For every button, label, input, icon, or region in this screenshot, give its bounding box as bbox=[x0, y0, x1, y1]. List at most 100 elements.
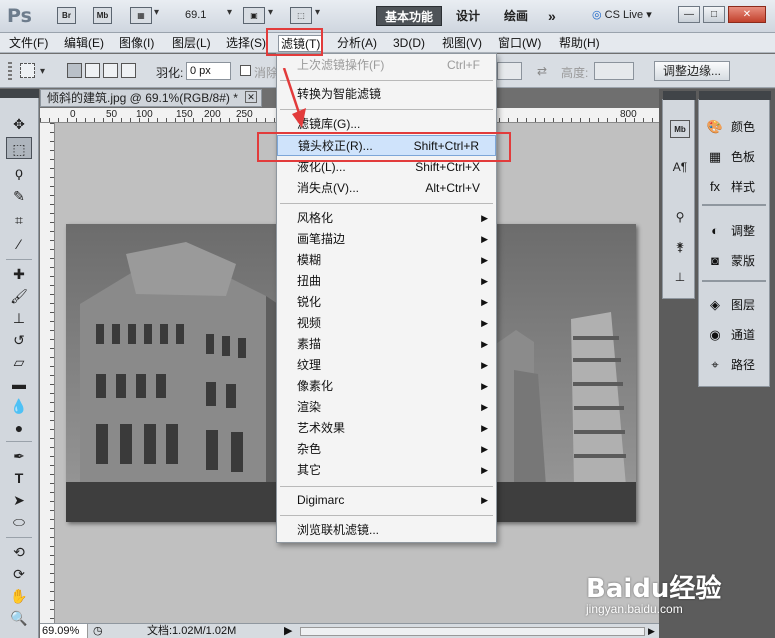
new-selection-icon[interactable] bbox=[67, 63, 82, 78]
menu-file[interactable]: 文件(F) bbox=[7, 35, 50, 52]
menu-image[interactable]: 图像(I) bbox=[117, 35, 156, 52]
tools-panel-header[interactable] bbox=[0, 89, 39, 98]
menu-item-pixelate[interactable]: 像素化 ▶ bbox=[277, 376, 496, 397]
panel-styles[interactable]: fx 样式 bbox=[705, 176, 767, 198]
arrange-dropdown-icon[interactable]: ▾ bbox=[268, 7, 273, 18]
menu-help[interactable]: 帮助(H) bbox=[557, 35, 602, 52]
menu-edit[interactable]: 编辑(E) bbox=[62, 35, 106, 52]
panel-masks[interactable]: ◙ 蒙版 bbox=[705, 250, 767, 272]
rotate-3d-tool-icon[interactable]: ⟲ bbox=[6, 541, 32, 563]
lasso-tool-icon[interactable]: ϙ bbox=[6, 161, 32, 183]
shape-tool-icon[interactable]: ⬭ bbox=[6, 511, 32, 533]
bridge-icon[interactable]: Br bbox=[57, 7, 76, 24]
panel-layers[interactable]: ◈ 图层 bbox=[705, 294, 767, 316]
status-zoom-field[interactable]: 69.09% bbox=[40, 624, 88, 638]
menu-analysis[interactable]: 分析(A) bbox=[335, 35, 379, 52]
move-tool-icon[interactable]: ✥ bbox=[6, 113, 32, 135]
quick-select-tool-icon[interactable]: ✎ bbox=[6, 185, 32, 207]
workspace-design-button[interactable]: 设计 bbox=[448, 6, 488, 26]
menu-item-texture[interactable]: 纹理 ▶ bbox=[277, 355, 496, 376]
brush-tool-icon[interactable]: 🖌 bbox=[6, 285, 32, 307]
horizontal-scrollbar[interactable] bbox=[300, 627, 645, 636]
character-icon[interactable]: A¶ bbox=[670, 158, 690, 176]
menu-window[interactable]: 窗口(W) bbox=[496, 35, 543, 52]
width-input[interactable] bbox=[497, 62, 522, 80]
options-grip-icon[interactable] bbox=[8, 62, 12, 80]
mini-bridge-icon[interactable]: Mb bbox=[670, 120, 690, 138]
close-document-icon[interactable]: ✕ bbox=[245, 91, 257, 103]
eraser-tool-icon[interactable]: ▱ bbox=[6, 351, 32, 373]
gradient-tool-icon[interactable]: ▬ bbox=[6, 373, 32, 395]
menu-item-distort[interactable]: 扭曲 ▶ bbox=[277, 271, 496, 292]
panel-swatches[interactable]: ▦ 色板 bbox=[705, 146, 767, 168]
refine-edge-button[interactable]: 调整边缘... bbox=[654, 61, 731, 81]
blur-tool-icon[interactable]: 💧 bbox=[6, 395, 32, 417]
dodge-tool-icon[interactable]: ● bbox=[6, 417, 32, 439]
clone-source-icon[interactable]: ⚵ bbox=[670, 238, 690, 256]
pen-tool-icon[interactable]: ✒ bbox=[6, 445, 32, 467]
menu-item-render[interactable]: 渲染 ▶ bbox=[277, 397, 496, 418]
panel-channels[interactable]: ◉ 通道 bbox=[705, 324, 767, 346]
panel-group-header[interactable] bbox=[699, 91, 771, 100]
maximize-button[interactable]: □ bbox=[703, 6, 725, 23]
menu-item-video[interactable]: 视频 ▶ bbox=[277, 313, 496, 334]
close-button[interactable]: ✕ bbox=[728, 6, 766, 23]
menu-item-digimarc[interactable]: Digimarc ▶ bbox=[277, 490, 496, 511]
panel-color[interactable]: 🎨 颜色 bbox=[705, 116, 767, 138]
menu-item-last-filter[interactable]: 上次滤镜操作(F) Ctrl+F bbox=[277, 55, 496, 76]
menu-item-other[interactable]: 其它 ▶ bbox=[277, 460, 496, 481]
menu-item-sharpen[interactable]: 锐化 ▶ bbox=[277, 292, 496, 313]
menu-item-smart-filter[interactable]: 转换为智能滤镜 bbox=[277, 84, 496, 105]
tool-preset-icon[interactable] bbox=[20, 63, 35, 78]
type-tool-icon[interactable]: T bbox=[6, 467, 32, 489]
menu-item-sketch[interactable]: 素描 ▶ bbox=[277, 334, 496, 355]
menu-layer[interactable]: 图层(L) bbox=[170, 35, 213, 52]
spot-heal-tool-icon[interactable]: ✚ bbox=[6, 263, 32, 285]
status-info-icon[interactable]: ◷ bbox=[93, 624, 103, 638]
arrange-documents-icon[interactable]: ▣ bbox=[243, 7, 265, 24]
antialias-checkbox[interactable] bbox=[240, 65, 251, 76]
feather-input[interactable] bbox=[186, 62, 231, 80]
workspace-painting-button[interactable]: 绘画 bbox=[496, 6, 536, 26]
cs-live-button[interactable]: ◎ CS Live ▾ bbox=[592, 8, 652, 21]
intersect-selection-icon[interactable] bbox=[121, 63, 136, 78]
tool-presets-icon[interactable]: ⊥ bbox=[670, 268, 690, 286]
workspace-essentials-button[interactable]: 基本功能 bbox=[376, 6, 443, 26]
history-brush-tool-icon[interactable]: ↺ bbox=[6, 329, 32, 351]
menu-item-stylize[interactable]: 风格化 ▶ bbox=[277, 208, 496, 229]
height-input[interactable] bbox=[594, 62, 634, 80]
menu-item-noise[interactable]: 杂色 ▶ bbox=[277, 439, 496, 460]
menu-select[interactable]: 选择(S) bbox=[224, 35, 268, 52]
crop-tool-icon[interactable]: ⌗ bbox=[6, 209, 32, 231]
view-extras-dropdown-icon[interactable]: ▾ bbox=[154, 7, 159, 18]
menu-item-browse-filters[interactable]: 浏览联机滤镜... bbox=[277, 520, 496, 541]
scroll-right-arrow-icon[interactable]: ▶ bbox=[648, 624, 655, 638]
zoom-level-display[interactable]: 69.1 bbox=[185, 9, 206, 21]
menu-item-brush-strokes[interactable]: 画笔描边 ▶ bbox=[277, 229, 496, 250]
zoom-tool-icon[interactable]: 🔍 bbox=[6, 607, 32, 629]
marquee-tool-icon[interactable]: ⬚ bbox=[6, 137, 32, 159]
subtract-selection-icon[interactable] bbox=[103, 63, 118, 78]
minimize-button[interactable]: — bbox=[678, 6, 700, 23]
eyedropper-tool-icon[interactable]: ⁄ bbox=[6, 233, 32, 255]
clone-stamp-tool-icon[interactable]: ⊥ bbox=[6, 307, 32, 329]
view-extras-icon[interactable]: ▦ bbox=[130, 7, 152, 24]
hand-tool-icon[interactable]: ✋ bbox=[6, 585, 32, 607]
mini-bridge-icon[interactable]: Mb bbox=[93, 7, 112, 24]
menu-item-vanishing-point[interactable]: 消失点(V)... Alt+Ctrl+V bbox=[277, 178, 496, 199]
menu-view[interactable]: 视图(V) bbox=[440, 35, 484, 52]
document-tab[interactable]: 倾斜的建筑.jpg @ 69.1%(RGB/8#) * ✕ bbox=[40, 89, 262, 107]
screen-mode-dropdown-icon[interactable]: ▾ bbox=[315, 7, 320, 18]
menu-item-artistic[interactable]: 艺术效果 ▶ bbox=[277, 418, 496, 439]
orbit-3d-tool-icon[interactable]: ⟳ bbox=[6, 563, 32, 585]
brush-panel-icon[interactable]: ⚲ bbox=[670, 208, 690, 226]
zoom-dropdown-icon[interactable]: ▾ bbox=[227, 7, 232, 18]
panel-column-header[interactable] bbox=[663, 91, 696, 100]
more-workspaces-button[interactable]: » bbox=[540, 6, 564, 26]
menu-3d[interactable]: 3D(D) bbox=[391, 35, 427, 52]
path-select-tool-icon[interactable]: ➤ bbox=[6, 489, 32, 511]
panel-paths[interactable]: ⌖ 路径 bbox=[705, 354, 767, 376]
screen-mode-icon[interactable]: ⬚ bbox=[290, 7, 312, 24]
menu-item-blur[interactable]: 模糊 ▶ bbox=[277, 250, 496, 271]
status-arrow-icon[interactable]: ▶ bbox=[284, 624, 292, 638]
